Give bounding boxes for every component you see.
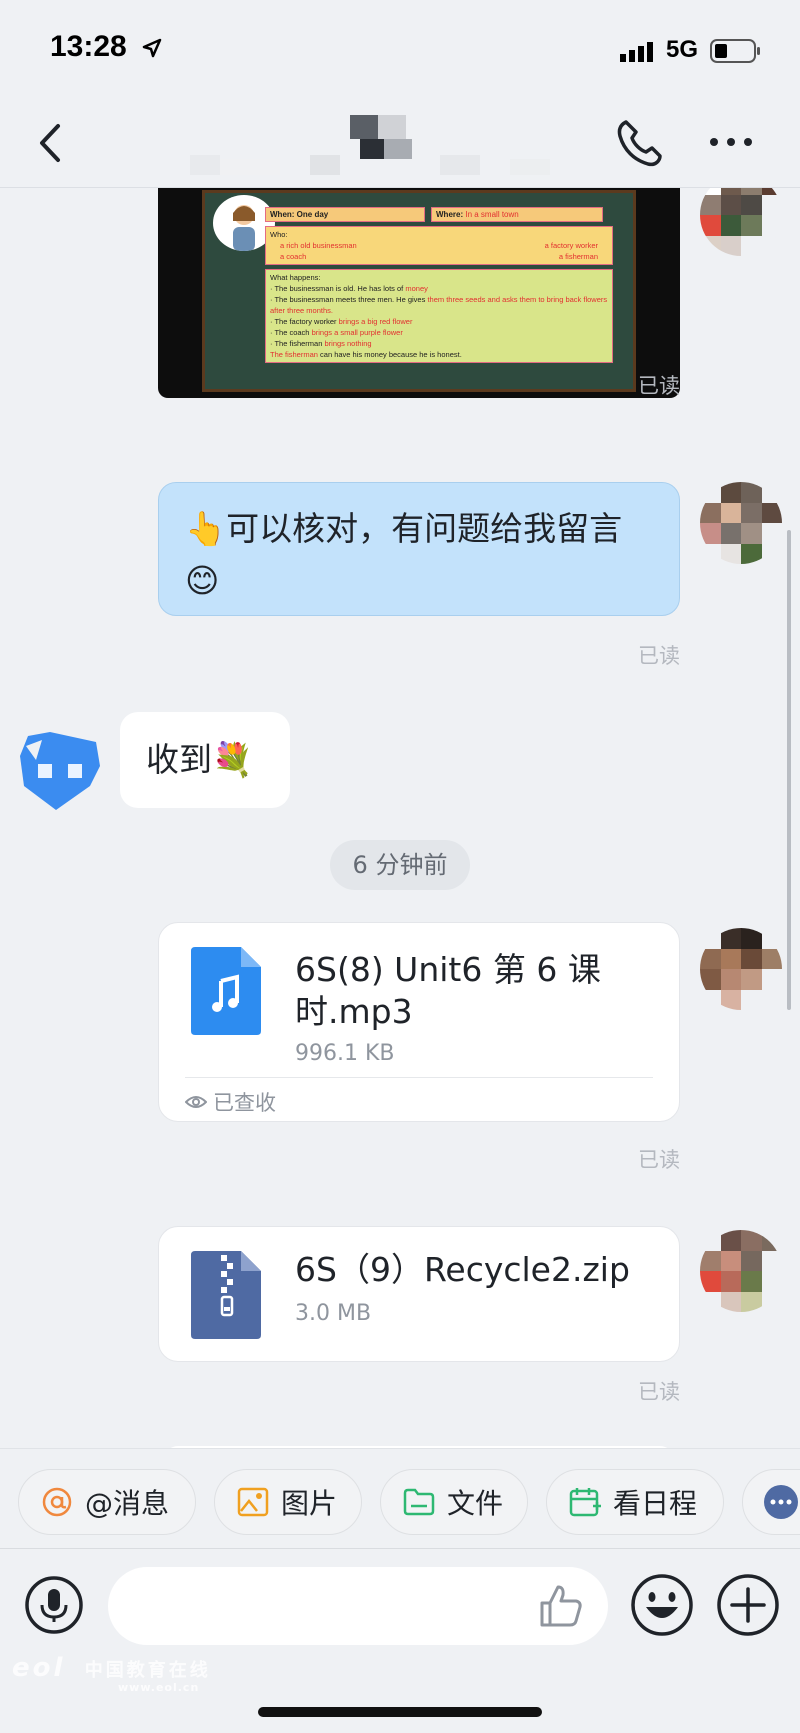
at-icon [42,1487,72,1517]
avatar[interactable] [700,928,782,1010]
battery-icon [710,39,760,63]
file-size: 3.0 MB [295,1301,372,1326]
image-icon [237,1487,269,1517]
outgoing-message-bubble[interactable]: 👆可以核对，有问题给我留言😊 [158,482,680,616]
file-name: 6S(8) Unit6 第 6 课时.mp3 [295,950,601,1031]
slide-who: Who: a rich old businessman a factory wo… [265,226,613,265]
quick-action-label: 文件 [447,1487,504,1520]
image-message[interactable]: When: One day Where: In a small town Who… [158,188,680,398]
audio-file-icon [191,947,261,1035]
quick-action-bar: @消息 图片 文件 看日程 [0,1448,800,1548]
network-type: 5G [666,36,699,63]
watermark-text: 中国教育在线 [84,1660,211,1681]
avatar[interactable] [700,1230,782,1312]
lesson-slide-image: When: One day Where: In a small town Who… [202,190,636,392]
quick-action-calendar[interactable]: 看日程 [546,1469,724,1535]
eye-icon [185,1096,207,1108]
slide-when: When: One day [265,207,425,222]
quick-action-label: 看日程 [613,1487,698,1520]
avatar[interactable] [700,482,782,564]
scrollbar[interactable] [787,530,791,1010]
folder-icon [403,1488,435,1516]
quick-action-file[interactable]: 文件 [380,1469,528,1535]
more-dots-icon [764,1485,798,1519]
microphone-icon[interactable] [24,1575,84,1635]
plus-icon[interactable] [716,1573,780,1637]
status-time: 13:28 [50,30,127,63]
quick-action-mention[interactable]: @消息 [18,1469,196,1535]
file-size: 996.1 KB [295,1041,395,1066]
more-options-icon[interactable] [706,124,756,160]
phone-call-icon[interactable] [612,116,666,170]
zip-file-icon [191,1251,261,1339]
read-receipt: 已读 [638,644,680,668]
watermark: eol 中国教育在线 www.eol.cn [12,1653,211,1694]
slide-what-happens: What happens: · The businessman is old. … [265,269,613,363]
watermark-logo: eol [12,1653,66,1683]
message-input[interactable] [108,1567,608,1645]
chat-title-blurred [190,115,550,175]
file-message-zip[interactable]: 6S（9）Recycle2.zip 3.0 MB [158,1226,680,1362]
quick-action-label: 图片 [281,1487,338,1520]
read-receipt: 已读 [638,374,680,398]
quick-action-image[interactable]: 图片 [214,1469,362,1535]
quick-action-label: @消息 [85,1487,170,1520]
divider [185,1077,653,1078]
status-bar: 13:28 5G [0,0,800,100]
signal-icon [620,42,653,62]
emoji-icon[interactable] [630,1573,694,1637]
location-arrow-icon [142,38,162,58]
back-arrow-icon[interactable] [30,118,70,168]
bot-avatar-icon[interactable] [16,726,104,814]
message-input-bar: eol 中国教育在线 www.eol.cn [0,1548,800,1733]
calendar-icon [569,1488,601,1517]
time-divider: 6 分钟前 [330,840,470,890]
quick-action-more[interactable] [742,1469,800,1535]
incoming-message-bubble[interactable]: 收到💐 [120,712,290,808]
file-status-label: 已查收 [213,1091,276,1115]
file-message-audio[interactable]: 6S(8) Unit6 第 6 课时.mp3 996.1 KB 已查收 [158,922,680,1122]
thumbs-up-icon[interactable] [536,1581,586,1631]
read-receipt: 已读 [638,1148,680,1172]
slide-where: Where: In a small town [431,207,603,222]
chat-message-list[interactable]: When: One day Where: In a small town Who… [0,188,800,1448]
chat-header [0,100,800,188]
file-name: 6S（9）Recycle2.zip [295,1250,630,1289]
read-receipt: 已读 [638,1380,680,1404]
avatar[interactable] [700,188,782,256]
file-status: 已查收 [185,1087,276,1117]
watermark-url: www.eol.cn [118,1681,200,1694]
home-indicator [258,1707,542,1717]
